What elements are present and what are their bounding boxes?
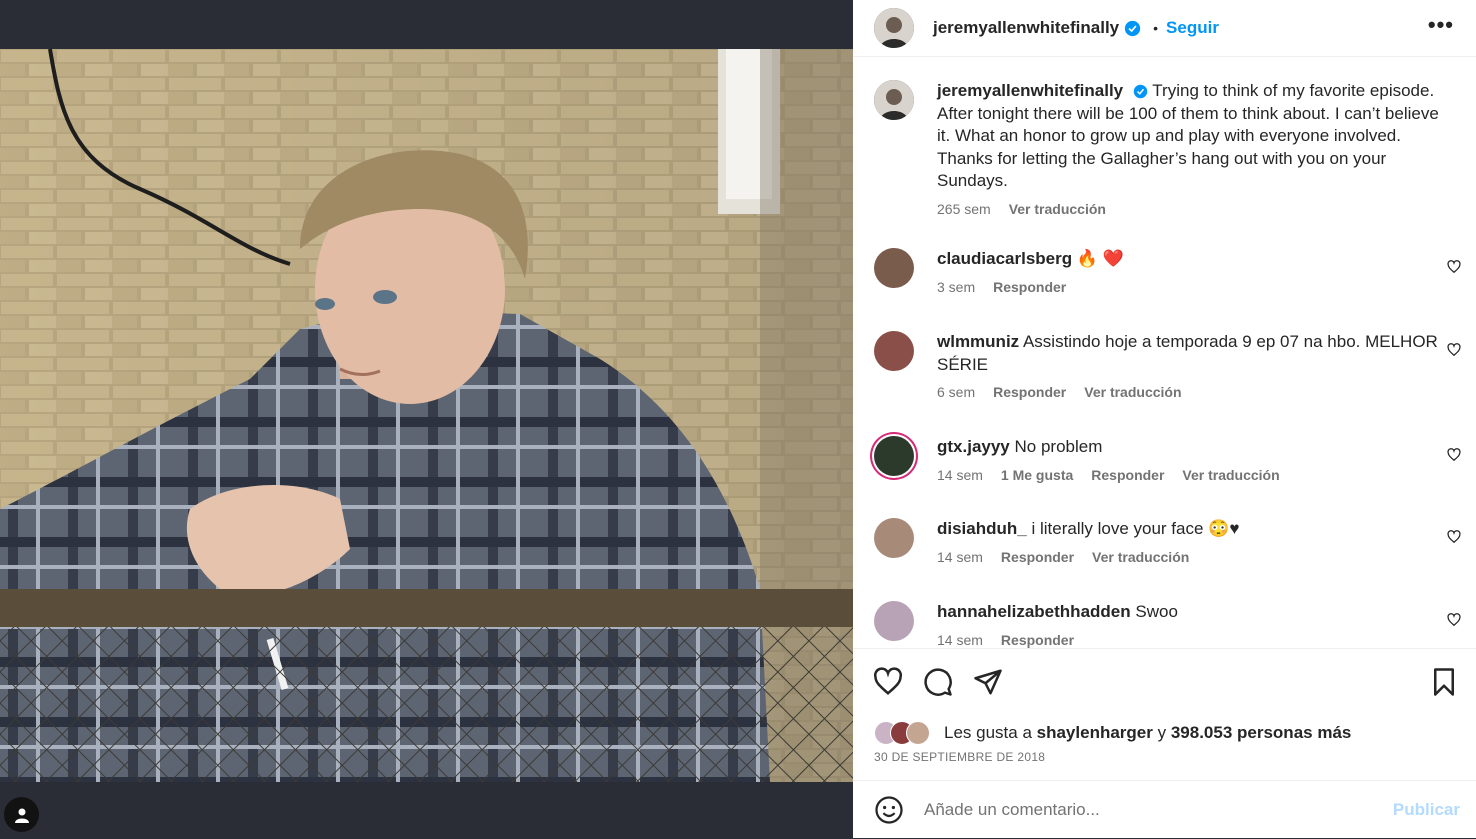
comment-avatar-story[interactable] [874,436,914,476]
likes-conj: y [1157,723,1167,742]
comment-row: hannahelizabethhadden Swoo 14 sem Respon… [874,601,1476,648]
comment-time[interactable]: 14 sem [937,549,983,565]
comment-time[interactable]: 3 sem [937,279,975,295]
comment-time[interactable]: 14 sem [937,467,983,483]
likes-user[interactable]: shaylenharger [1037,723,1153,743]
comment-row: disiahduh_ i literally love your face 😳♥… [874,518,1476,565]
verified-icon [1124,20,1141,36]
caption-text: jeremyallenwhitefinally Trying to think … [937,80,1447,193]
author-avatar[interactable] [874,8,914,48]
user-tag-button[interactable] [4,797,39,832]
post-panel: jeremyallenwhitefinally • Seguir ••• jer… [853,0,1476,838]
caption-translate-button[interactable]: Ver traducción [1009,201,1106,217]
caption-row: jeremyallenwhitefinally Trying to think … [874,80,1476,217]
comment-icon[interactable] [923,667,953,697]
comment-text: Swoo [1135,602,1178,621]
comment-heart-icon[interactable] [1447,343,1461,357]
bookmark-icon[interactable] [1429,667,1459,697]
comment-username[interactable]: hannahelizabethhadden [937,602,1131,621]
translate-button[interactable]: Ver traducción [1092,549,1189,565]
post-actions: Les gusta a shaylenharger y 398.053 pers… [853,648,1476,780]
caption-time[interactable]: 265 sem [937,201,991,217]
comment-avatar[interactable] [874,518,914,558]
likes-others[interactable]: 398.053 personas más [1171,723,1352,743]
likes-summary: Les gusta a shaylenharger y 398.053 pers… [874,721,1351,745]
reply-button[interactable]: Responder [1001,632,1074,648]
publish-button[interactable]: Publicar [1393,800,1460,820]
post-photo[interactable] [0,49,853,782]
likes-prefix: Les gusta a [944,723,1032,742]
comment-username[interactable]: claudiacarlsberg [937,249,1072,268]
follow-button[interactable]: Seguir [1166,18,1219,38]
comment-avatar[interactable] [874,601,914,641]
comments-list[interactable]: jeremyallenwhitefinally Trying to think … [853,57,1476,648]
reply-button[interactable]: Responder [1091,467,1164,483]
reply-button[interactable]: Responder [993,384,1066,400]
translate-button[interactable]: Ver traducción [1182,467,1279,483]
caption-username[interactable]: jeremyallenwhitefinally [937,81,1123,100]
comment-time[interactable]: 14 sem [937,632,983,648]
emoji-icon[interactable] [874,795,904,825]
reply-button[interactable]: Responder [993,279,1066,295]
comment-username[interactable]: disiahduh_ [937,519,1027,538]
comment-text: i literally love your face 😳♥ [1031,519,1240,538]
post-date[interactable]: 30 DE SEPTIEMBRE DE 2018 [874,750,1045,764]
post-header: jeremyallenwhitefinally • Seguir ••• [853,0,1476,57]
heart-icon[interactable] [873,667,903,697]
comment-likes[interactable]: 1 Me gusta [1001,467,1073,483]
comment-text: No problem [1014,437,1103,456]
comment-username[interactable]: gtx.jayyy [937,437,1010,456]
author-avatar-small[interactable] [874,80,914,120]
reply-button[interactable]: Responder [1001,549,1074,565]
more-icon[interactable]: ••• [1428,12,1454,38]
comment-heart-icon[interactable] [1447,530,1461,544]
comment-input[interactable] [922,799,1366,821]
likers-avatars[interactable] [874,721,940,745]
comment-heart-icon[interactable] [1447,260,1461,274]
media-panel [0,0,853,838]
caption-meta: 265 sem Ver traducción [937,201,1447,217]
comment-row: gtx.jayyy No problem 14 sem 1 Me gusta R… [874,436,1476,483]
comment-username[interactable]: wlmmuniz [937,332,1019,351]
verified-icon [1133,84,1148,99]
comment-row: claudiacarlsberg 🔥 ❤️ 3 sem Responder [874,248,1476,295]
separator-dot: • [1153,20,1159,36]
comment-time[interactable]: 6 sem [937,384,975,400]
user-tag-icon [14,808,29,823]
comment-box: Publicar [853,780,1476,839]
share-icon[interactable] [973,667,1003,697]
comment-heart-icon[interactable] [1447,613,1461,627]
comment-heart-icon[interactable] [1447,448,1461,462]
translate-button[interactable]: Ver traducción [1084,384,1181,400]
author-username[interactable]: jeremyallenwhitefinally [933,18,1119,38]
comment-text: 🔥 ❤️ [1076,249,1124,268]
comment-row: wlmmuniz Assistindo hoje a temporada 9 e… [874,331,1476,400]
comment-avatar[interactable] [874,331,914,371]
comment-avatar[interactable] [874,248,914,288]
